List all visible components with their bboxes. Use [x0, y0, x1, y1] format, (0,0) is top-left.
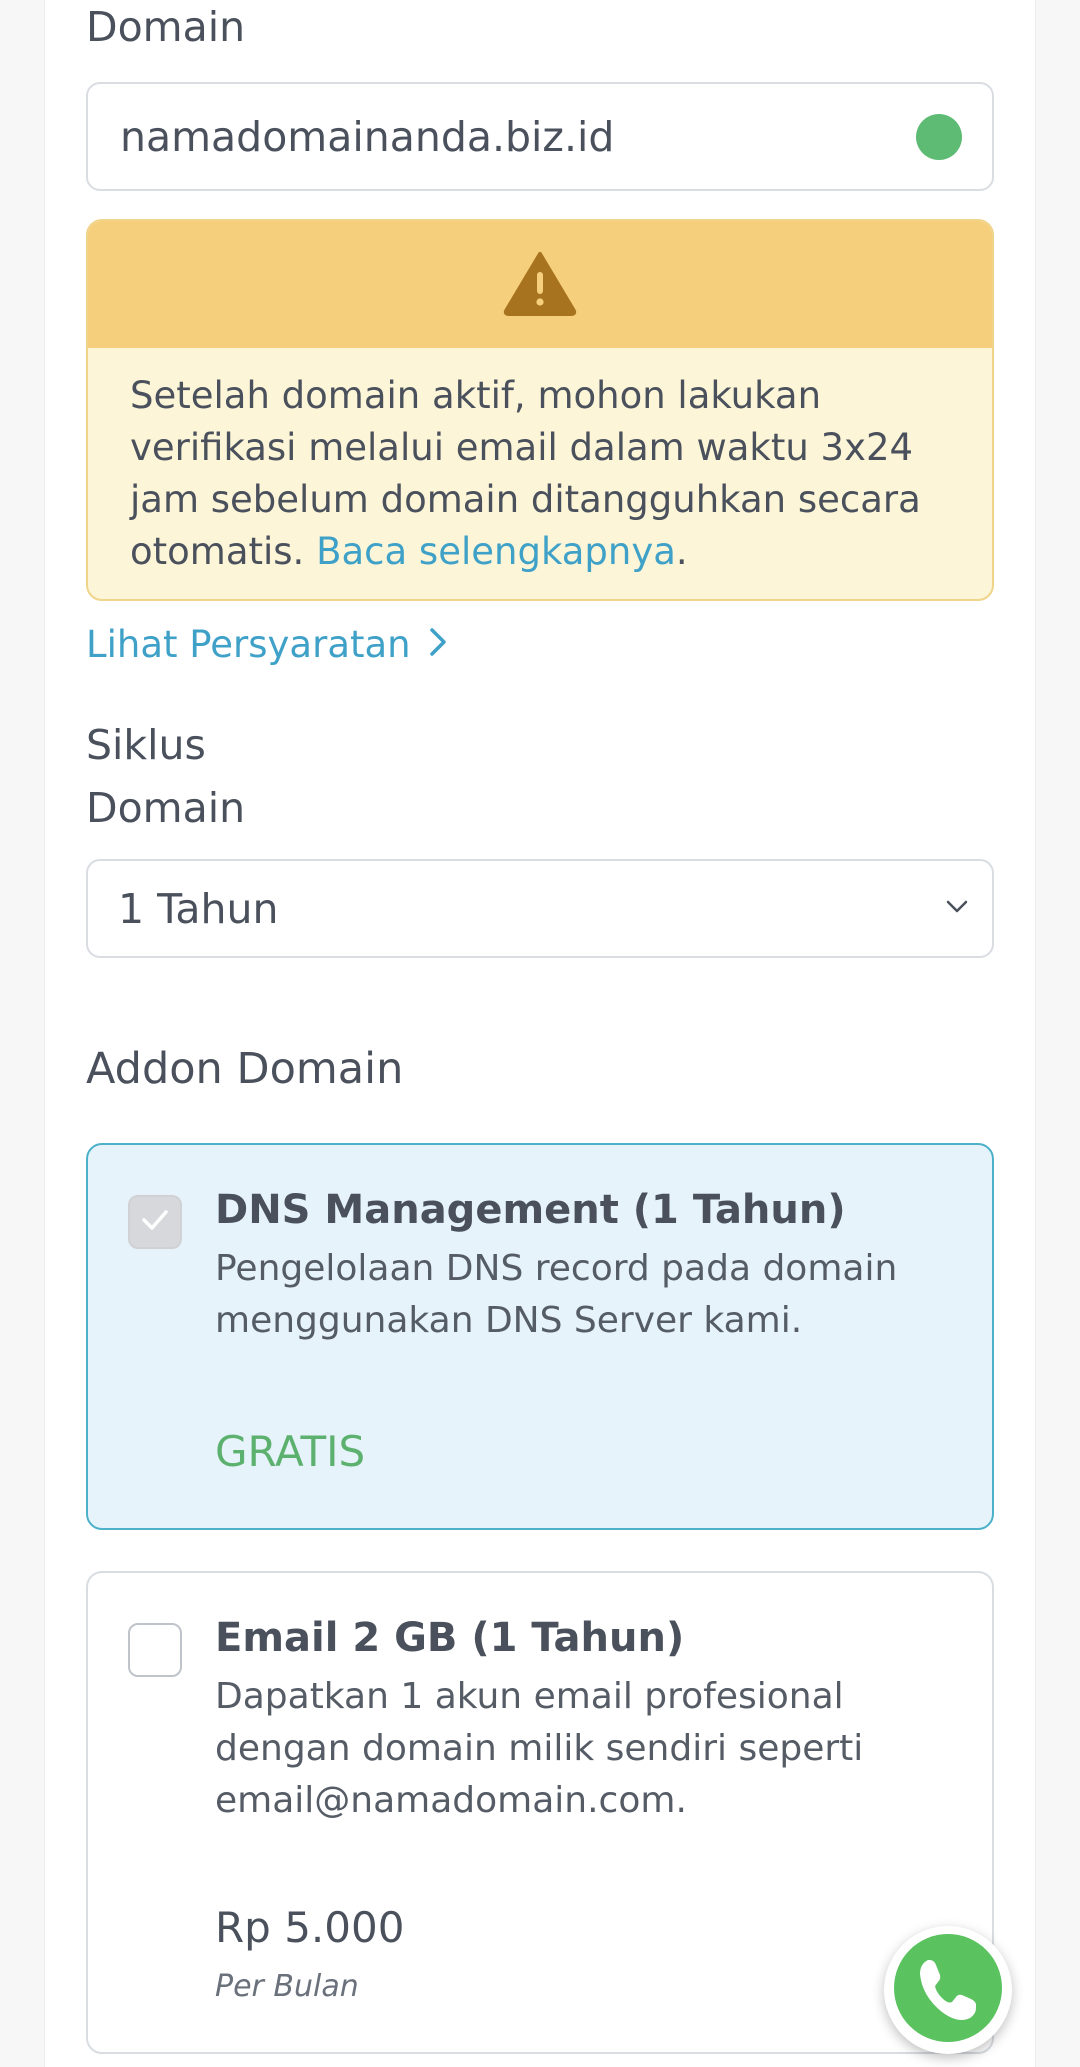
email-addon-price: Rp 5.000	[215, 1903, 405, 1952]
alert-suffix: .	[675, 530, 688, 573]
email-addon-description: Dapatkan 1 akun email profesional dengan…	[215, 1676, 864, 1821]
chevron-down-icon	[946, 899, 968, 918]
addon-section-title: Addon Domain	[86, 1044, 404, 1094]
warning-triangle-icon	[503, 250, 577, 320]
dns-addon-price: GRATIS	[215, 1427, 366, 1476]
terms-link-label: Lihat Persyaratan	[86, 623, 411, 666]
dns-addon-description: Pengelolaan DNS record pada domain mengg…	[215, 1248, 898, 1341]
dns-addon-title: DNS Management (1 Tahun)	[215, 1187, 846, 1233]
check-icon	[140, 1208, 170, 1236]
email-addon-period: Per Bulan	[215, 1969, 359, 2004]
addon-email[interactable]: Email 2 GB (1 Tahun) Dapatkan 1 akun ema…	[86, 1571, 994, 2054]
cycle-label-line2: Domain	[86, 784, 246, 832]
email-addon-title: Email 2 GB (1 Tahun)	[215, 1615, 685, 1661]
domain-value: namadomainanda.biz.id	[120, 112, 615, 161]
verification-alert: Setelah domain aktif, mohon lakukan veri…	[86, 219, 994, 601]
whatsapp-button[interactable]	[884, 1926, 1012, 2054]
read-more-link[interactable]: Baca selengkapnya	[316, 530, 676, 573]
cycle-label-line1: Siklus	[86, 721, 206, 769]
terms-link[interactable]: Lihat Persyaratan	[86, 623, 447, 666]
domain-cycle-select[interactable]: 1 Tahun	[86, 859, 994, 958]
whatsapp-icon	[890, 1930, 1006, 2050]
alert-message: Setelah domain aktif, mohon lakukan veri…	[88, 348, 992, 578]
email-addon-checkbox[interactable]	[128, 1623, 182, 1677]
chevron-right-icon	[429, 623, 447, 666]
domain-status-dot	[916, 113, 962, 160]
domain-field[interactable]: namadomainanda.biz.id	[86, 82, 994, 191]
alert-header	[88, 221, 992, 348]
addon-dns-management[interactable]: DNS Management (1 Tahun) Pengelolaan DNS…	[86, 1143, 994, 1530]
cycle-selected-value: 1 Tahun	[118, 884, 279, 933]
domain-label: Domain	[86, 3, 246, 51]
dns-addon-checkbox[interactable]	[128, 1195, 182, 1249]
